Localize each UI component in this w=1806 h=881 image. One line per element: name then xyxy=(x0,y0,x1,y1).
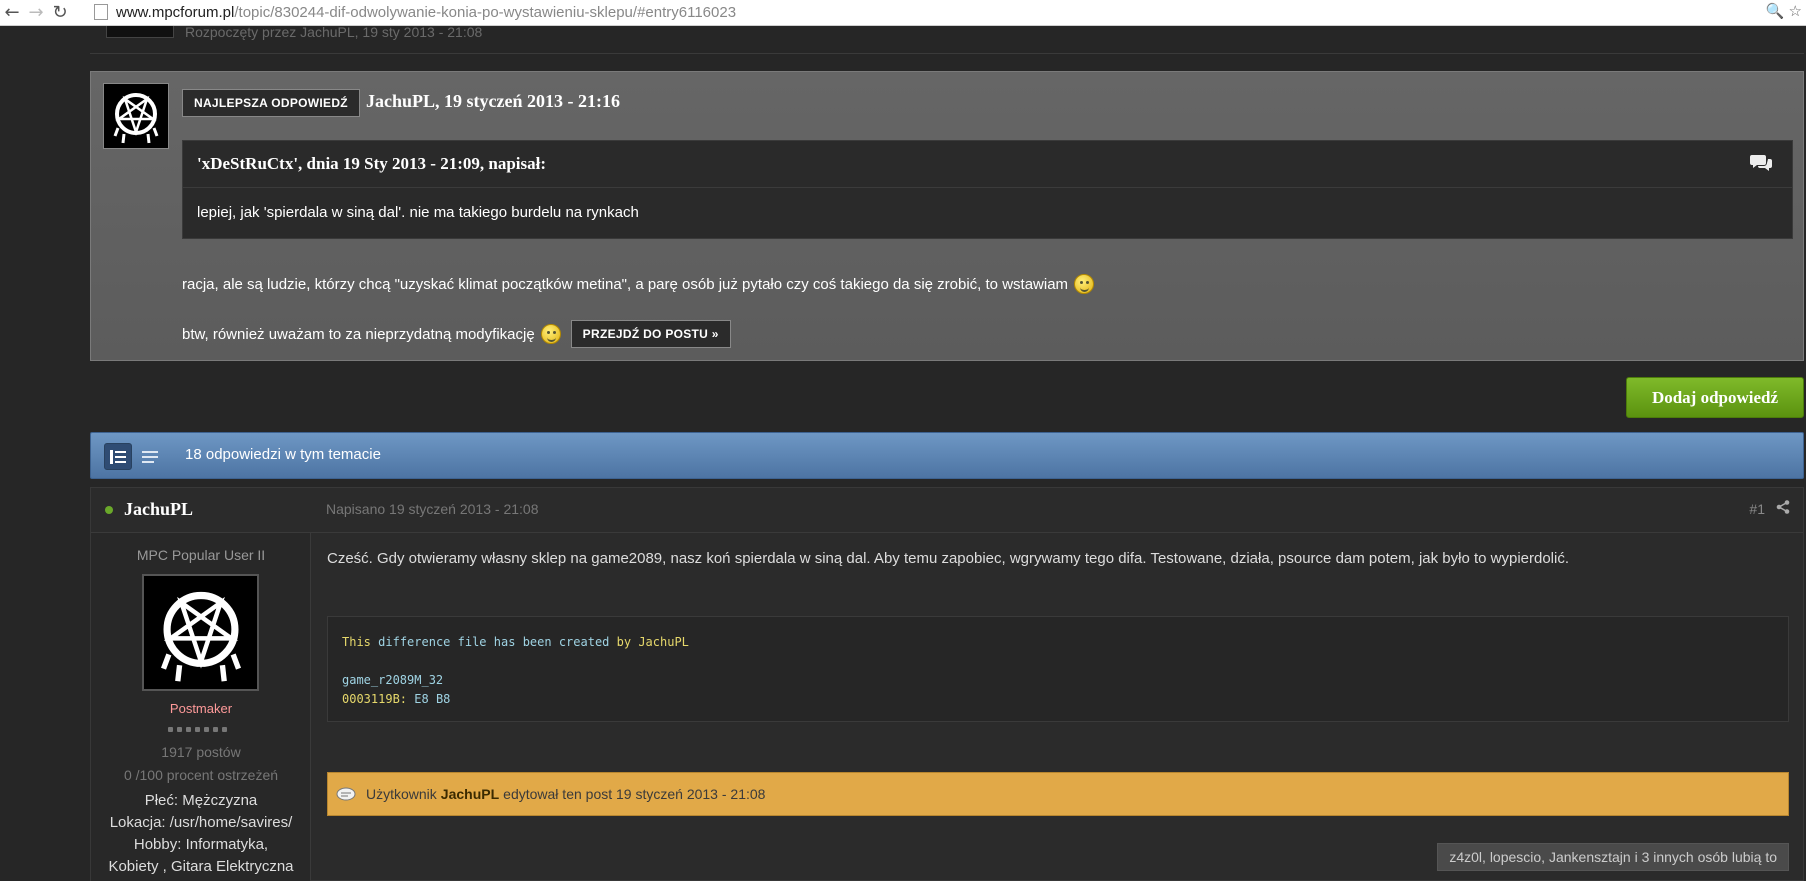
url-host: www.mpcforum.pl xyxy=(116,3,235,21)
pentagram-icon xyxy=(113,93,159,144)
edit-prefix: Użytkownik xyxy=(366,786,437,802)
reload-button[interactable]: ↻ xyxy=(48,1,72,25)
edit-note-icon xyxy=(336,787,356,801)
user-title: MPC Popular User II xyxy=(136,547,266,563)
topic-replies-bar: 18 odpowiedzi w tym temacie xyxy=(90,432,1804,479)
quote-header: 'xDeStRuCtx', dnia 19 Sty 2013 - 21:09, … xyxy=(183,141,1792,188)
code-token: created xyxy=(558,635,610,649)
best-answer-box: NAJLEPSZA ODPOWIEDŹ JachuPL, 19 styczeń … xyxy=(90,71,1804,361)
linear-view-button[interactable] xyxy=(136,443,164,470)
user-warnings[interactable]: 0 /100 procent ostrzeżeń xyxy=(91,767,311,783)
forward-button[interactable]: → xyxy=(24,1,48,25)
topic-header-strip: Rozpoczęty przez JachuPL, 19 sty 2013 - … xyxy=(90,24,1804,54)
code-token: 0003119B: xyxy=(342,692,408,706)
code-token: by xyxy=(616,635,632,649)
rank-pip xyxy=(186,727,191,732)
topic-started-by: Rozpoczęty przez JachuPL, 19 sty 2013 - … xyxy=(185,24,483,40)
likes-summary[interactable]: z4z0l, lopescio, Jankensztajn i 3 innych… xyxy=(1437,843,1789,871)
rank-pip xyxy=(204,727,209,732)
user-gender: Płeć: Mężczyzna xyxy=(144,792,258,809)
bookmark-star-icon[interactable]: ☆ xyxy=(1789,2,1802,20)
code-token: difference xyxy=(378,635,451,649)
edit-suffix: edytował ten post 19 styczeń 2013 - 21:0… xyxy=(503,786,766,802)
user-info-column: MPC Popular User II Postmaker 1917 postó… xyxy=(91,533,311,881)
rank-pip xyxy=(177,727,182,732)
post-header: JachuPL Napisano 19 styczeń 2013 - 21:08… xyxy=(91,488,1803,533)
grin-emoji-icon xyxy=(540,324,561,344)
address-bar[interactable]: www.mpcforum.pl/topic/830244-dif-odwolyw… xyxy=(94,1,1780,23)
post-text: Cześć. Gdy otwieramy własny sklep na gam… xyxy=(327,550,1570,567)
quote-body: lepiej, jak 'spierdala w siną dal'. nie … xyxy=(197,204,639,221)
add-reply-button[interactable]: Dodaj odpowiedź xyxy=(1626,377,1804,418)
edit-user[interactable]: JachuPL xyxy=(441,786,499,802)
rank-pip xyxy=(168,727,173,732)
post-number[interactable]: #1 xyxy=(1749,501,1765,517)
user-rank: Postmaker xyxy=(169,701,233,716)
user-profile-fields: Płeć: Mężczyzna Lokacja: /usr/home/savir… xyxy=(91,790,311,878)
user-hobby: Hobby: Informatyka, xyxy=(133,836,269,853)
user-avatar[interactable] xyxy=(142,574,259,691)
back-button[interactable]: ← xyxy=(0,1,24,25)
post: JachuPL Napisano 19 styczeń 2013 - 21:08… xyxy=(90,487,1804,881)
code-block: This difference file has been created by… xyxy=(327,616,1789,722)
zoom-icon[interactable]: 🔍 xyxy=(1766,2,1785,20)
topic-starter-avatar xyxy=(106,26,174,38)
page-icon xyxy=(94,4,108,20)
rank-pip xyxy=(222,727,227,732)
best-answer-line1: racja, ale są ludzie, którzy chcą "uzysk… xyxy=(182,275,1069,293)
code-token: JachuPL xyxy=(638,635,689,649)
wink-emoji-icon xyxy=(1074,274,1095,294)
browser-toolbar: ← → ↻ www.mpcforum.pl/topic/830244-dif-o… xyxy=(0,0,1806,26)
code-line-2: game_r2089M_32 xyxy=(342,673,444,687)
best-answer-text-2: btw, również uważam to za nieprzydatną m… xyxy=(182,320,731,348)
list-view-icon xyxy=(110,449,126,464)
threaded-view-button[interactable] xyxy=(104,443,132,470)
code-token: E8 B8 xyxy=(414,692,451,706)
user-post-count: 1917 postów xyxy=(161,744,241,760)
user-hobby-cont: Kobiety , Gitara Elektryczna xyxy=(108,858,294,875)
code-line-3: 0003119B: E8 B8 xyxy=(342,690,1774,709)
quote-block: 'xDeStRuCtx', dnia 19 Sty 2013 - 21:09, … xyxy=(182,140,1793,239)
code-line-1: This difference file has been created by… xyxy=(342,633,1774,652)
post-author[interactable]: JachuPL xyxy=(124,499,193,520)
code-token: been xyxy=(522,635,552,649)
best-answer-line2: btw, również uważam to za nieprzydatną m… xyxy=(182,325,535,343)
rank-pips xyxy=(168,727,227,732)
avatar[interactable] xyxy=(103,83,169,149)
url-path: /topic/830244-dif-odwolywanie-konia-po-w… xyxy=(234,3,737,21)
code-token: has xyxy=(493,635,516,649)
best-answer-author-date[interactable]: JachuPL, 19 styczeń 2013 - 21:16 xyxy=(366,91,620,112)
goto-post-button[interactable]: PRZEJDŹ DO POSTU » xyxy=(570,320,731,348)
rank-pip xyxy=(213,727,218,732)
code-token: This xyxy=(342,635,371,649)
share-icon[interactable] xyxy=(1776,500,1790,514)
user-location: Lokacja: /usr/home/savires/ xyxy=(109,814,293,831)
comments-icon[interactable] xyxy=(1750,153,1772,171)
best-answer-badge: NAJLEPSZA ODPOWIEDŹ xyxy=(182,89,360,117)
pentagram-icon xyxy=(160,591,241,682)
code-token: file xyxy=(457,635,487,649)
post-date: Napisano 19 styczeń 2013 - 21:08 xyxy=(326,501,539,517)
rank-pip xyxy=(195,727,200,732)
lines-view-icon xyxy=(142,450,158,463)
replies-count: 18 odpowiedzi w tym temacie xyxy=(185,446,381,463)
best-answer-text: racja, ale są ludzie, którzy chcą "uzysk… xyxy=(182,274,1095,294)
edit-notice: Użytkownik JachuPL edytował ten post 19 … xyxy=(327,772,1789,816)
online-status-icon xyxy=(105,506,113,514)
